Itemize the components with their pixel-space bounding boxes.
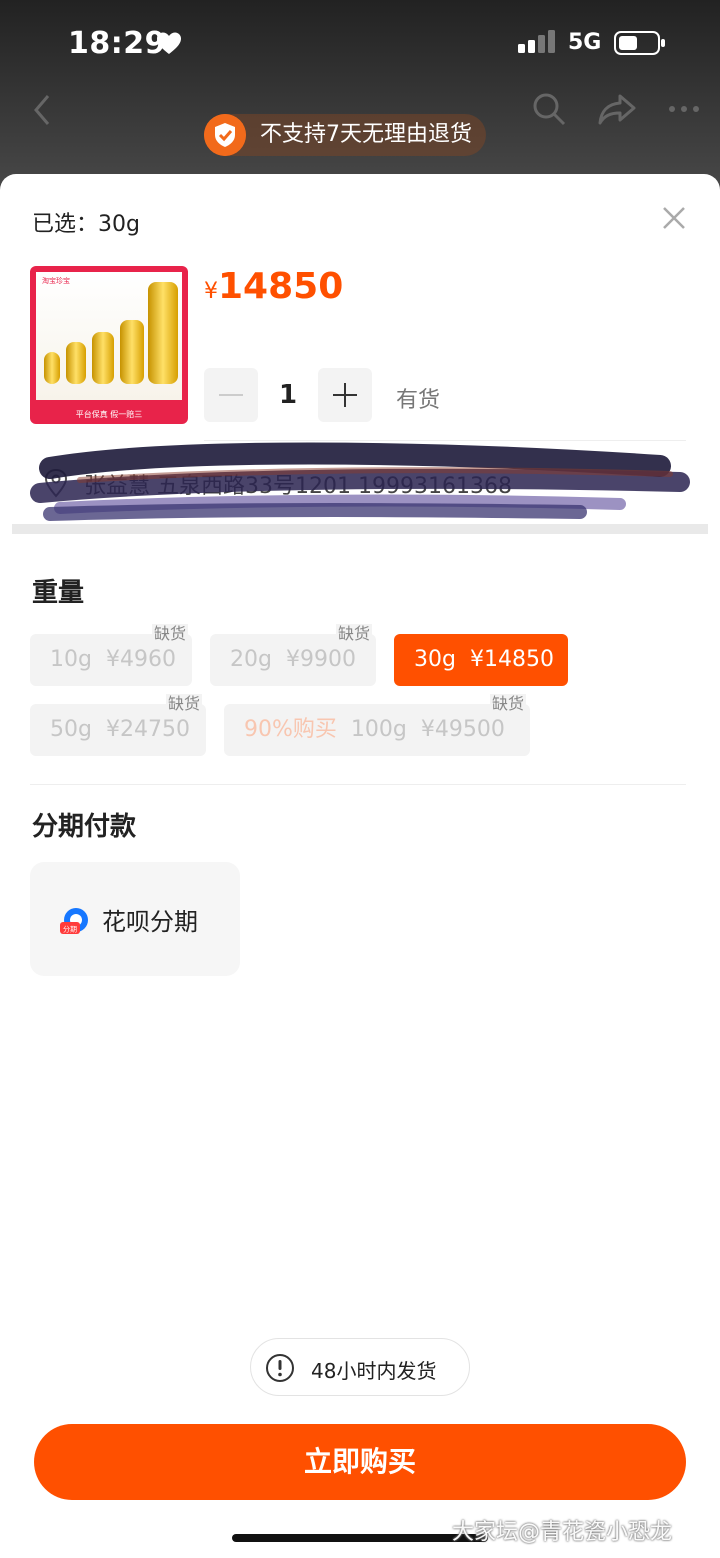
buy-now-button[interactable]: 立即购买	[34, 1424, 686, 1500]
shipping-notice: 48小时内发货	[250, 1338, 470, 1396]
background-app: 18:29 5G 不支持7天无理由退货	[0, 0, 720, 200]
weight-option-20g[interactable]: 20g ¥9900 缺货	[210, 624, 376, 686]
installment-option-label: 花呗分期	[102, 908, 198, 936]
heart-icon	[157, 32, 181, 54]
option-weight: 100g	[350, 717, 407, 742]
return-policy-notice: 不支持7天无理由退货	[204, 114, 486, 156]
home-indicator[interactable]	[232, 1534, 488, 1542]
gold-bar	[44, 352, 60, 384]
option-price: ¥14850	[469, 647, 554, 672]
network-type: 5G	[568, 30, 602, 55]
option-price: ¥24750	[105, 717, 190, 742]
status-time: 18:29	[68, 26, 166, 61]
option-price: ¥49500	[420, 717, 505, 742]
watermark: 大家坛@青花瓷小恐龙	[452, 1520, 673, 1545]
product-image-logo: 淘宝珍宝	[42, 277, 70, 285]
share-icon[interactable]	[598, 92, 636, 126]
minus-icon	[219, 394, 243, 396]
section-separator	[12, 524, 708, 534]
quantity-value[interactable]: 1	[260, 380, 316, 410]
plus-icon	[333, 383, 357, 407]
option-weight: 50g	[50, 717, 92, 742]
weight-section-title: 重量	[32, 578, 85, 608]
gold-bar	[92, 332, 114, 384]
installment-section-title: 分期付款	[32, 812, 137, 842]
huabei-icon-badge: 分期	[63, 925, 77, 934]
weight-option-30g[interactable]: 30g ¥14850	[394, 634, 568, 686]
stock-status: 有货	[396, 388, 441, 413]
price-value: 14850	[218, 266, 344, 307]
quantity-decrease-button[interactable]	[204, 368, 258, 422]
quantity-increase-button[interactable]	[318, 368, 372, 422]
huabei-installment-option[interactable]: 分期 花呗分期	[30, 862, 240, 976]
battery-icon	[614, 31, 665, 55]
back-icon[interactable]	[30, 92, 54, 128]
status-bar: 18:29 5G	[0, 0, 720, 88]
notice-text: 不支持7天无理由退货	[260, 122, 472, 147]
promo-label: 90%购买	[244, 717, 337, 742]
option-weight: 30g	[414, 647, 456, 672]
product-image[interactable]: 淘宝珍宝 平台保真 假一赔三	[30, 266, 188, 424]
shield-icon	[204, 114, 246, 156]
option-weight: 20g	[230, 647, 272, 672]
weight-option-50g[interactable]: 50g ¥24750 缺货	[30, 694, 206, 756]
huabei-icon: 分期	[60, 908, 88, 934]
weight-option-10g[interactable]: 10g ¥4960 缺货	[30, 624, 192, 686]
signal-icon	[518, 30, 555, 53]
price-symbol: ¥	[204, 279, 218, 304]
option-price: ¥4960	[105, 647, 176, 672]
out-of-stock-tag: 缺货	[335, 624, 372, 644]
weight-option-100g[interactable]: 90%购买 100g ¥49500 缺货	[224, 694, 530, 756]
product-price: ¥14850	[204, 266, 343, 307]
close-icon[interactable]	[660, 204, 688, 232]
sku-bottom-sheet: 已选：30g 淘宝珍宝 平台保真 假一赔三 ¥14850 1 有货 张益慧 五泉…	[0, 174, 720, 1558]
product-image-caption: 平台保真 假一赔三	[75, 410, 143, 419]
gold-bar	[148, 282, 178, 384]
info-icon	[266, 1354, 294, 1382]
option-weight: 10g	[50, 647, 92, 672]
product-image-inner: 淘宝珍宝	[36, 272, 182, 400]
redaction-scribble	[30, 442, 690, 521]
gold-bar	[66, 342, 86, 384]
search-icon[interactable]	[532, 92, 566, 126]
shipping-notice-text: 48小时内发货	[311, 1359, 437, 1383]
option-price: ¥9900	[285, 647, 356, 672]
divider	[30, 784, 686, 785]
out-of-stock-tag: 缺货	[151, 624, 188, 644]
out-of-stock-tag: 缺货	[489, 694, 526, 714]
selected-sku-label: 已选：30g	[32, 212, 140, 237]
more-icon[interactable]	[666, 92, 702, 126]
out-of-stock-tag: 缺货	[165, 694, 202, 714]
gold-bar	[120, 320, 144, 384]
